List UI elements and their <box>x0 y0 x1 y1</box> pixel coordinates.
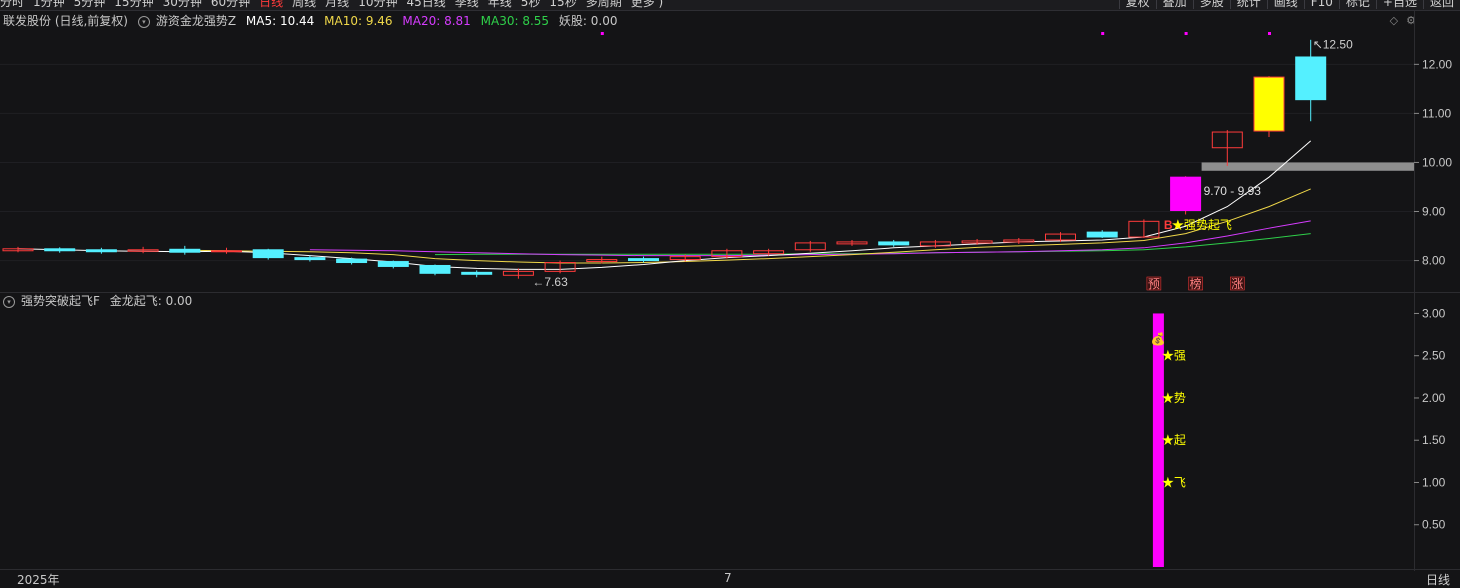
money-bag-icon: 💰 <box>1151 332 1166 346</box>
price-axis-label: 12.00 <box>1422 57 1452 71</box>
candle-body <box>211 250 242 253</box>
sub-axis-label: 1.00 <box>1422 475 1446 489</box>
signal-dot <box>1268 32 1271 35</box>
price-axis-label: 9.00 <box>1422 205 1446 219</box>
support-zone-label: 9.70 - 9.93 <box>1204 184 1262 198</box>
price-axis-label: 11.00 <box>1422 106 1451 120</box>
signal-tag: 预 <box>1148 277 1160 291</box>
candle-body <box>169 248 201 253</box>
candle-body <box>1170 176 1202 212</box>
candle-body <box>377 261 409 267</box>
sub-axis-label: 3.00 <box>1422 306 1446 320</box>
candle-body <box>461 271 493 275</box>
signal-tag: 榜 <box>1190 276 1202 291</box>
signal-label: ★强势起飞 <box>1172 218 1232 232</box>
candle-body <box>336 258 368 264</box>
sub-star-label: ★飞 <box>1162 475 1186 489</box>
sub-star-label: ★势 <box>1162 391 1186 405</box>
candle-body <box>1295 56 1327 101</box>
sub-star-label: ★强 <box>1162 349 1186 363</box>
signal-dot <box>600 32 604 35</box>
sub-axis-label: 2.50 <box>1422 349 1446 363</box>
candle-body <box>294 257 326 261</box>
candle-body <box>1253 76 1285 132</box>
kline-chart[interactable]: 12.00 11.00 10.00 9.00 8.00 3.00 2.50 2.00 1.50 1… <box>0 0 1460 585</box>
candle-body <box>419 264 451 274</box>
price-axis-label: 10.00 <box>1422 155 1452 169</box>
sub-star-label: ★起 <box>1162 433 1186 447</box>
sub-axis-label: 2.00 <box>1422 391 1446 405</box>
candle-body <box>878 241 910 246</box>
time-label-year: 2025年 <box>17 573 60 587</box>
ma10-line <box>184 188 1311 264</box>
high-price-marker: ↖12.50 <box>1313 38 1353 52</box>
candle-body <box>44 248 76 252</box>
candle-body <box>1086 231 1118 238</box>
period-label: 日线 <box>1426 573 1451 587</box>
price-axis-label: 8.00 <box>1422 254 1446 268</box>
candle-body <box>252 249 284 259</box>
time-label-month: 7 <box>724 571 732 585</box>
candle-body <box>85 249 117 253</box>
support-zone-band <box>1201 162 1414 171</box>
candle-body <box>628 258 659 262</box>
low-price-marker: ←7.63 <box>532 275 568 289</box>
signal-dot <box>1101 32 1105 35</box>
sub-axis-label: 0.50 <box>1422 518 1446 532</box>
signal-dot <box>1184 32 1188 35</box>
signal-tag: 涨 <box>1231 276 1243 291</box>
sub-axis-label: 1.50 <box>1422 433 1446 447</box>
